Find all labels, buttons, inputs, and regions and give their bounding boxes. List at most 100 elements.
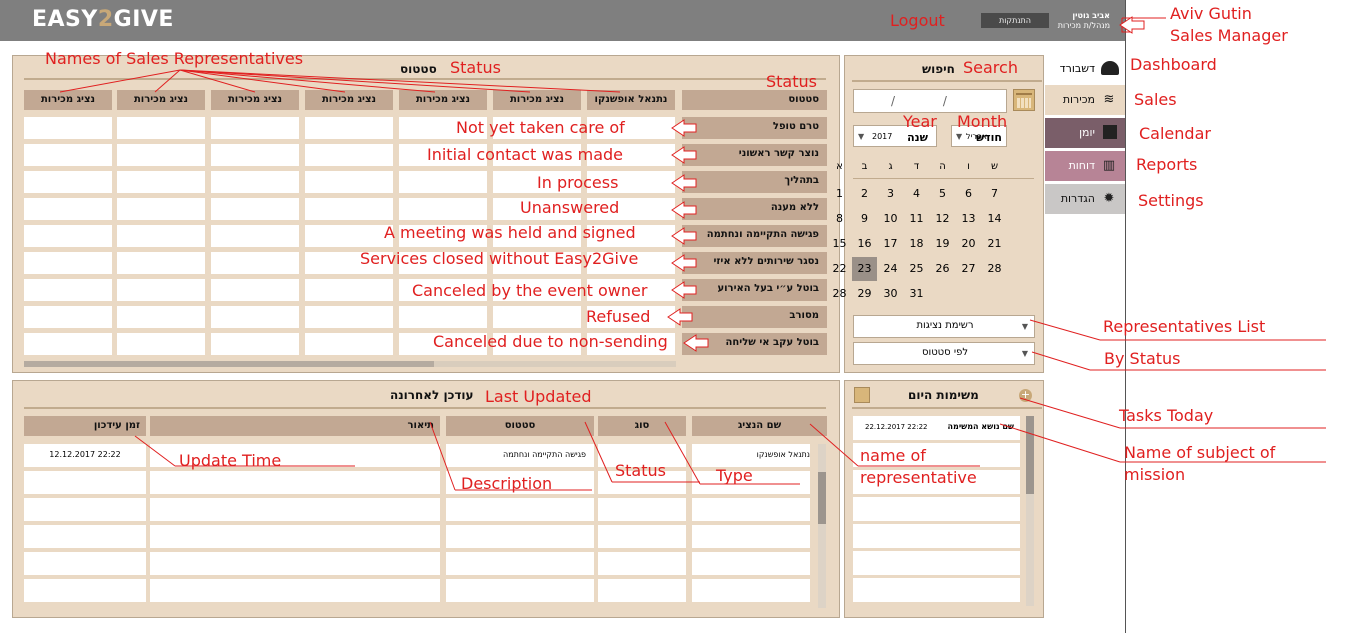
calendar-day[interactable]: 8: [827, 207, 852, 231]
date-input[interactable]: / /: [853, 89, 1007, 113]
calendar-day[interactable]: 27: [956, 257, 981, 281]
calendar-day[interactable]: 4: [904, 182, 929, 206]
status-cell[interactable]: [117, 144, 205, 166]
representatives-list-select[interactable]: רשימת נציגות ▼: [853, 315, 1035, 338]
status-cell[interactable]: [24, 252, 112, 274]
status-row-label[interactable]: בתהליך: [682, 171, 827, 193]
status-cell[interactable]: [399, 198, 487, 220]
status-row-label[interactable]: טרם טופל: [682, 117, 827, 139]
task-item[interactable]: [853, 578, 1020, 602]
sidebar-item-calendar[interactable]: יומן: [1045, 118, 1125, 148]
calendar-day[interactable]: 24: [878, 257, 903, 281]
scroll-thumb[interactable]: [24, 361, 434, 367]
calendar-day[interactable]: 1: [827, 182, 852, 206]
lu-vertical-scrollbar[interactable]: [818, 444, 826, 608]
calendar-icon[interactable]: [854, 387, 870, 403]
calendar-day[interactable]: 9: [852, 207, 877, 231]
calendar-day[interactable]: 14: [982, 207, 1007, 231]
task-item[interactable]: [853, 551, 1020, 575]
status-cell[interactable]: [211, 117, 299, 139]
calendar-day[interactable]: 10: [878, 207, 903, 231]
status-cell[interactable]: [24, 198, 112, 220]
add-task-icon[interactable]: +: [1019, 389, 1032, 402]
status-row-label[interactable]: נוצר קשר ראשוני: [682, 144, 827, 166]
status-cell[interactable]: [211, 198, 299, 220]
calendar-day[interactable]: 6: [956, 182, 981, 206]
status-cell[interactable]: [24, 144, 112, 166]
status-cell[interactable]: [211, 252, 299, 274]
sidebar-item-settings[interactable]: הגדרות ✹: [1045, 184, 1125, 214]
sidebar-item-dashboard[interactable]: דשבורד: [1050, 57, 1125, 83]
status-row-label[interactable]: פגישה התקיימה ונחתמה: [682, 225, 827, 247]
calendar-day[interactable]: 17: [878, 232, 903, 256]
calendar-day[interactable]: 5: [930, 182, 955, 206]
calendar-day[interactable]: 15: [827, 232, 852, 256]
status-cell[interactable]: [399, 306, 487, 328]
col-header-rep[interactable]: נציג מכירות: [211, 90, 299, 110]
status-cell[interactable]: [117, 225, 205, 247]
col-header-rep[interactable]: נציג מכירות: [117, 90, 205, 110]
status-cell[interactable]: [24, 225, 112, 247]
task-item[interactable]: [853, 497, 1020, 521]
calendar-icon[interactable]: [1013, 89, 1035, 111]
status-cell[interactable]: [211, 306, 299, 328]
calendar-day[interactable]: 13: [956, 207, 981, 231]
calendar-day[interactable]: 16: [852, 232, 877, 256]
scroll-thumb[interactable]: [818, 472, 826, 524]
col-header-type[interactable]: סוג: [598, 416, 686, 436]
task-item[interactable]: שם נושא המשימה 22.12.2017 22:22: [853, 416, 1020, 440]
col-header-rep[interactable]: נציג מכירות: [305, 90, 393, 110]
calendar-day[interactable]: 28: [982, 257, 1007, 281]
col-header-rep[interactable]: נציג מכירות: [399, 90, 487, 110]
calendar-day[interactable]: 3: [878, 182, 903, 206]
status-cell[interactable]: [117, 306, 205, 328]
status-cell[interactable]: [211, 144, 299, 166]
status-cell[interactable]: [493, 306, 581, 328]
col-header-rep[interactable]: נציג מכירות: [24, 90, 112, 110]
col-header-rep[interactable]: שם הנציג: [692, 416, 827, 436]
status-cell[interactable]: [24, 171, 112, 193]
status-cell[interactable]: [117, 117, 205, 139]
tasks-vertical-scrollbar[interactable]: [1026, 416, 1034, 606]
logout-button[interactable]: התנתקות: [981, 13, 1049, 28]
scroll-thumb[interactable]: [1026, 416, 1034, 494]
sidebar-item-sales[interactable]: מכירות ≋: [1045, 85, 1125, 115]
col-header-rep[interactable]: נתנאל אופשנקו: [587, 90, 675, 110]
status-cell[interactable]: [305, 225, 393, 247]
status-cell[interactable]: [305, 117, 393, 139]
calendar-day[interactable]: 30: [878, 282, 903, 306]
status-cell[interactable]: [211, 225, 299, 247]
status-cell[interactable]: [117, 171, 205, 193]
calendar-day[interactable]: 18: [904, 232, 929, 256]
status-cell[interactable]: [305, 144, 393, 166]
status-cell[interactable]: [24, 279, 112, 301]
status-cell[interactable]: [211, 171, 299, 193]
calendar-day[interactable]: 29: [852, 282, 877, 306]
task-item[interactable]: [853, 524, 1020, 548]
calendar-day[interactable]: 28: [827, 282, 852, 306]
col-header-description[interactable]: תיאור: [150, 416, 440, 436]
calendar-day[interactable]: 25: [904, 257, 929, 281]
status-cell[interactable]: [117, 198, 205, 220]
by-status-select[interactable]: לפי סטטוס ▼: [853, 342, 1035, 365]
status-cell[interactable]: [24, 306, 112, 328]
status-cell[interactable]: [117, 333, 205, 355]
col-header-status[interactable]: סטטוס: [682, 90, 827, 110]
status-row-label[interactable]: נסגר שירותים ללא איזי: [682, 252, 827, 274]
calendar-day[interactable]: 12: [930, 207, 955, 231]
calendar-day[interactable]: 23: [852, 257, 877, 281]
col-header-status[interactable]: סטטוס: [446, 416, 594, 436]
status-cell[interactable]: [305, 171, 393, 193]
status-cell[interactable]: [305, 198, 393, 220]
calendar-day[interactable]: 7: [982, 182, 1007, 206]
status-cell[interactable]: [117, 252, 205, 274]
calendar-day[interactable]: 19: [930, 232, 955, 256]
status-row-label[interactable]: מסורב: [682, 306, 827, 328]
calendar-day[interactable]: 2: [852, 182, 877, 206]
status-cell[interactable]: [399, 171, 487, 193]
status-cell[interactable]: [24, 117, 112, 139]
status-cell[interactable]: [117, 279, 205, 301]
sidebar-item-reports[interactable]: דוחות ▥: [1045, 151, 1125, 181]
status-cell[interactable]: [211, 333, 299, 355]
calendar-day[interactable]: 21: [982, 232, 1007, 256]
